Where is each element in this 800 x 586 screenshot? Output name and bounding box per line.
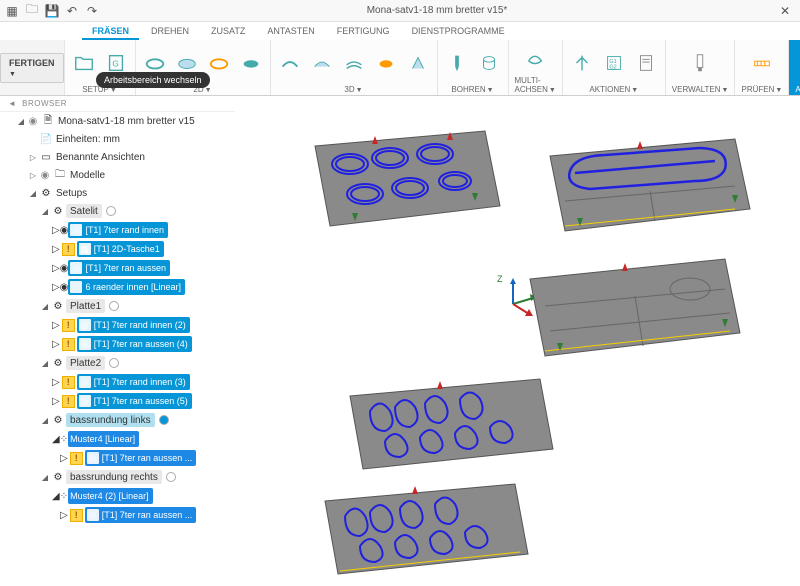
ribbon-group-3d: 3D▼ <box>271 40 438 95</box>
tree-op-pattern[interactable]: ▷◉⁘6 raender innen [Linear] <box>4 278 233 296</box>
workspace-switcher[interactable]: FERTIGEN ▼ <box>0 40 65 95</box>
app-menu-icon[interactable]: ▦ <box>4 3 20 19</box>
tab-fertigung[interactable]: FERTIGUNG <box>327 24 400 40</box>
workspace-tooltip: Arbeitsbereich wechseln <box>96 72 210 88</box>
ribbon-group-auswaehlen: AUSWÄHLEN▼ <box>789 40 800 95</box>
tree-op[interactable]: ▷◉◎[T1] 7ter rand innen <box>4 221 233 239</box>
tab-drehen[interactable]: DREHEN <box>141 24 199 40</box>
tree-units[interactable]: 📄Einheiten: mm <box>4 130 233 148</box>
tree-root[interactable]: ◢◉🗎Mona-satv1-18 mm bretter v15 <box>4 112 233 130</box>
pattern-icon: ⁘ <box>70 281 82 293</box>
hole-icon[interactable] <box>476 50 502 76</box>
warning-icon: ! <box>62 376 75 389</box>
plate-platte1 <box>535 131 755 241</box>
drill-icon[interactable] <box>444 50 470 76</box>
folder-icon[interactable] <box>71 50 97 76</box>
browser-collapse-icon[interactable]: ◄ <box>8 99 16 108</box>
ribbon-group-verwalten: VERWALTEN▼ <box>666 40 736 95</box>
tree-models[interactable]: ▷◉🗀Modelle <box>4 166 233 184</box>
tree-setup[interactable]: ◢⚙Platte1 <box>4 297 233 315</box>
ribbon-group-multi: MULTI-ACHSEN▼ <box>509 40 563 95</box>
3d-op4-icon[interactable] <box>373 50 399 76</box>
contour-icon: ◎ <box>70 224 82 236</box>
2d-op3-icon[interactable] <box>206 50 232 76</box>
tree-setups[interactable]: ◢⚙Setups <box>4 184 233 202</box>
tree-setup[interactable]: ◢⚙bassrundung rechts <box>4 468 233 486</box>
save-icon[interactable]: 💾 <box>44 3 60 19</box>
document-title: Mona-satv1-18 mm bretter v15* <box>100 5 774 16</box>
3d-op1-icon[interactable] <box>277 50 303 76</box>
warning-icon: ! <box>62 395 75 408</box>
tree-op[interactable]: ▷!◎[T1] 7ter ran aussen (5) <box>4 392 233 410</box>
tree-named-views[interactable]: ▷▭Benannte Ansichten <box>4 148 233 166</box>
warning-icon: ! <box>70 452 83 465</box>
tree-op[interactable]: ▷!▦[T1] 2D-Tasche1 <box>4 240 233 258</box>
ribbon-group-pruefen: PRÜFEN▼ <box>735 40 789 95</box>
tree-setup[interactable]: ◢⚙bassrundung links <box>4 411 233 429</box>
measure-icon[interactable] <box>749 50 775 76</box>
2d-op4-icon[interactable] <box>238 50 264 76</box>
3d-op2-icon[interactable] <box>309 50 335 76</box>
tree-setup[interactable]: ◢⚙Platte2 <box>4 354 233 372</box>
warning-icon: ! <box>70 509 83 522</box>
tree-op[interactable]: ▷!◎[T1] 7ter rand innen (3) <box>4 373 233 391</box>
close-button[interactable]: ✕ <box>774 4 796 18</box>
tree-op-pattern[interactable]: ◢⁘Muster4 (2) [Linear] <box>4 487 233 505</box>
tree-op[interactable]: ▷!◎[T1] 7ter ran aussen (4) <box>4 335 233 353</box>
tools-icon[interactable] <box>687 50 713 76</box>
ribbon-group-bohren: BOHREN▼ <box>438 40 509 95</box>
tree-op[interactable]: ▷!◎[T1] 7ter rand innen (2) <box>4 316 233 334</box>
plate-bass-rechts <box>310 476 535 581</box>
browser-panel: ◢◉🗎Mona-satv1-18 mm bretter v15 📄Einheit… <box>0 110 235 586</box>
contour-icon: ◎ <box>70 262 82 274</box>
redo-icon[interactable]: ↷ <box>84 3 100 19</box>
tree-op[interactable]: ▷!◎[T1] 7ter ran aussen ... <box>4 506 233 524</box>
gcode-icon[interactable]: G1G2 <box>601 50 627 76</box>
svg-text:G2: G2 <box>609 65 616 71</box>
tree-setup[interactable]: ◢⚙Satelit <box>4 202 233 220</box>
generate-icon[interactable] <box>569 50 595 76</box>
file-open-icon[interactable]: 🗀 <box>24 3 40 19</box>
tab-fraesen[interactable]: FRÄSEN <box>82 24 139 40</box>
setup-sheet-icon[interactable] <box>633 50 659 76</box>
tab-antasten[interactable]: ANTASTEN <box>257 24 324 40</box>
svg-text:G: G <box>112 60 118 69</box>
warning-icon: ! <box>62 243 75 256</box>
viewport-3d[interactable]: Z <box>235 96 800 586</box>
ribbon-tabs: FRÄSEN DREHEN ZUSATZ ANTASTEN FERTIGUNG … <box>0 22 800 40</box>
plate-satelit <box>295 126 505 236</box>
warning-icon: ! <box>62 319 75 332</box>
3d-op3-icon[interactable] <box>341 50 367 76</box>
plate-platte2 <box>515 251 745 366</box>
undo-icon[interactable]: ↶ <box>64 3 80 19</box>
tab-dienst[interactable]: DIENSTPROGRAMME <box>402 24 515 40</box>
plate-bass-links <box>335 371 560 476</box>
tree-op[interactable]: ▷!◎[T1] 7ter ran aussen ... <box>4 449 233 467</box>
pocket-icon: ▦ <box>79 243 91 255</box>
ribbon-group-aktionen: G1G2 AKTIONEN▼ <box>563 40 666 95</box>
3d-op5-icon[interactable] <box>405 50 431 76</box>
tree-op-pattern[interactable]: ◢⁘Muster4 [Linear] <box>4 430 233 448</box>
title-bar: ▦ 🗀 💾 ↶ ↷ Mona-satv1-18 mm bretter v15* … <box>0 0 800 22</box>
workspace-button: FERTIGEN ▼ <box>0 53 64 83</box>
multi-axis-icon[interactable] <box>522 46 548 72</box>
tab-zusatz[interactable]: ZUSATZ <box>201 24 255 40</box>
warning-icon: ! <box>62 338 75 351</box>
tree-op[interactable]: ▷◉◎[T1] 7ter ran aussen <box>4 259 233 277</box>
